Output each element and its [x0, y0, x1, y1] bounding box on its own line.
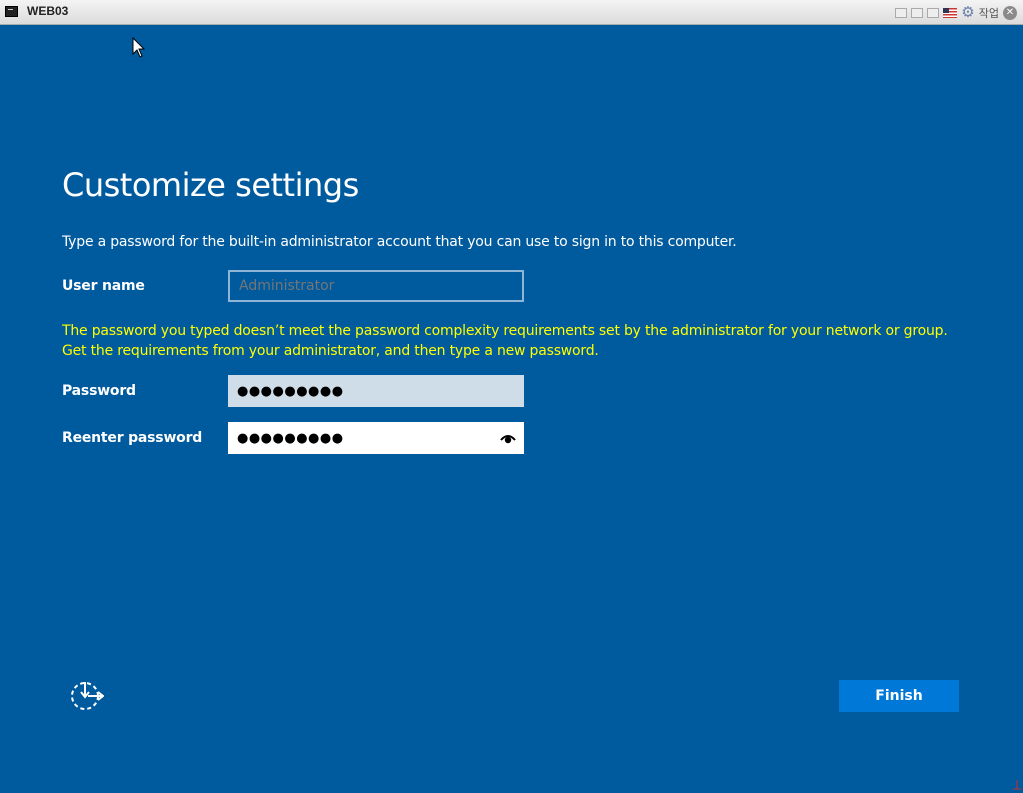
console-window-icon [5, 6, 18, 17]
restore-button[interactable] [911, 7, 924, 18]
password-label: Password [62, 383, 136, 399]
password-field[interactable]: ●●●●●●●●● [228, 375, 524, 407]
gear-icon[interactable]: ⚙ [961, 5, 974, 20]
window-titlebar: WEB03 ⚙ 작업 ✕ [0, 0, 1023, 25]
password-value: ●●●●●●●●● [237, 383, 344, 399]
maximize-button[interactable] [927, 7, 940, 18]
reenter-password-field[interactable]: ●●●●●●●●● [228, 422, 524, 454]
instruction-text: Type a password for the built-in adminis… [62, 234, 737, 250]
minimize-button[interactable] [895, 7, 908, 18]
reenter-password-label: Reenter password [62, 430, 203, 446]
finish-button[interactable]: Finish [839, 680, 959, 712]
close-icon[interactable]: ✕ [1003, 5, 1017, 20]
error-message: The password you typed doesn’t meet the … [62, 323, 948, 359]
window-controls: ⚙ 작업 ✕ [895, 4, 1017, 21]
username-label: User name [62, 278, 145, 294]
window-menu-label[interactable]: 작업 [979, 5, 999, 21]
mouse-cursor-icon [132, 37, 146, 58]
us-flag-icon[interactable] [943, 7, 958, 18]
page-title: Customize settings [62, 166, 359, 204]
resize-grip-icon [1013, 780, 1021, 790]
reenter-password-value: ●●●●●●●●● [237, 430, 344, 446]
ease-of-access-icon[interactable] [68, 679, 104, 713]
username-field[interactable] [228, 270, 524, 302]
window-title: WEB03 [27, 4, 69, 18]
eye-icon[interactable] [500, 431, 516, 445]
